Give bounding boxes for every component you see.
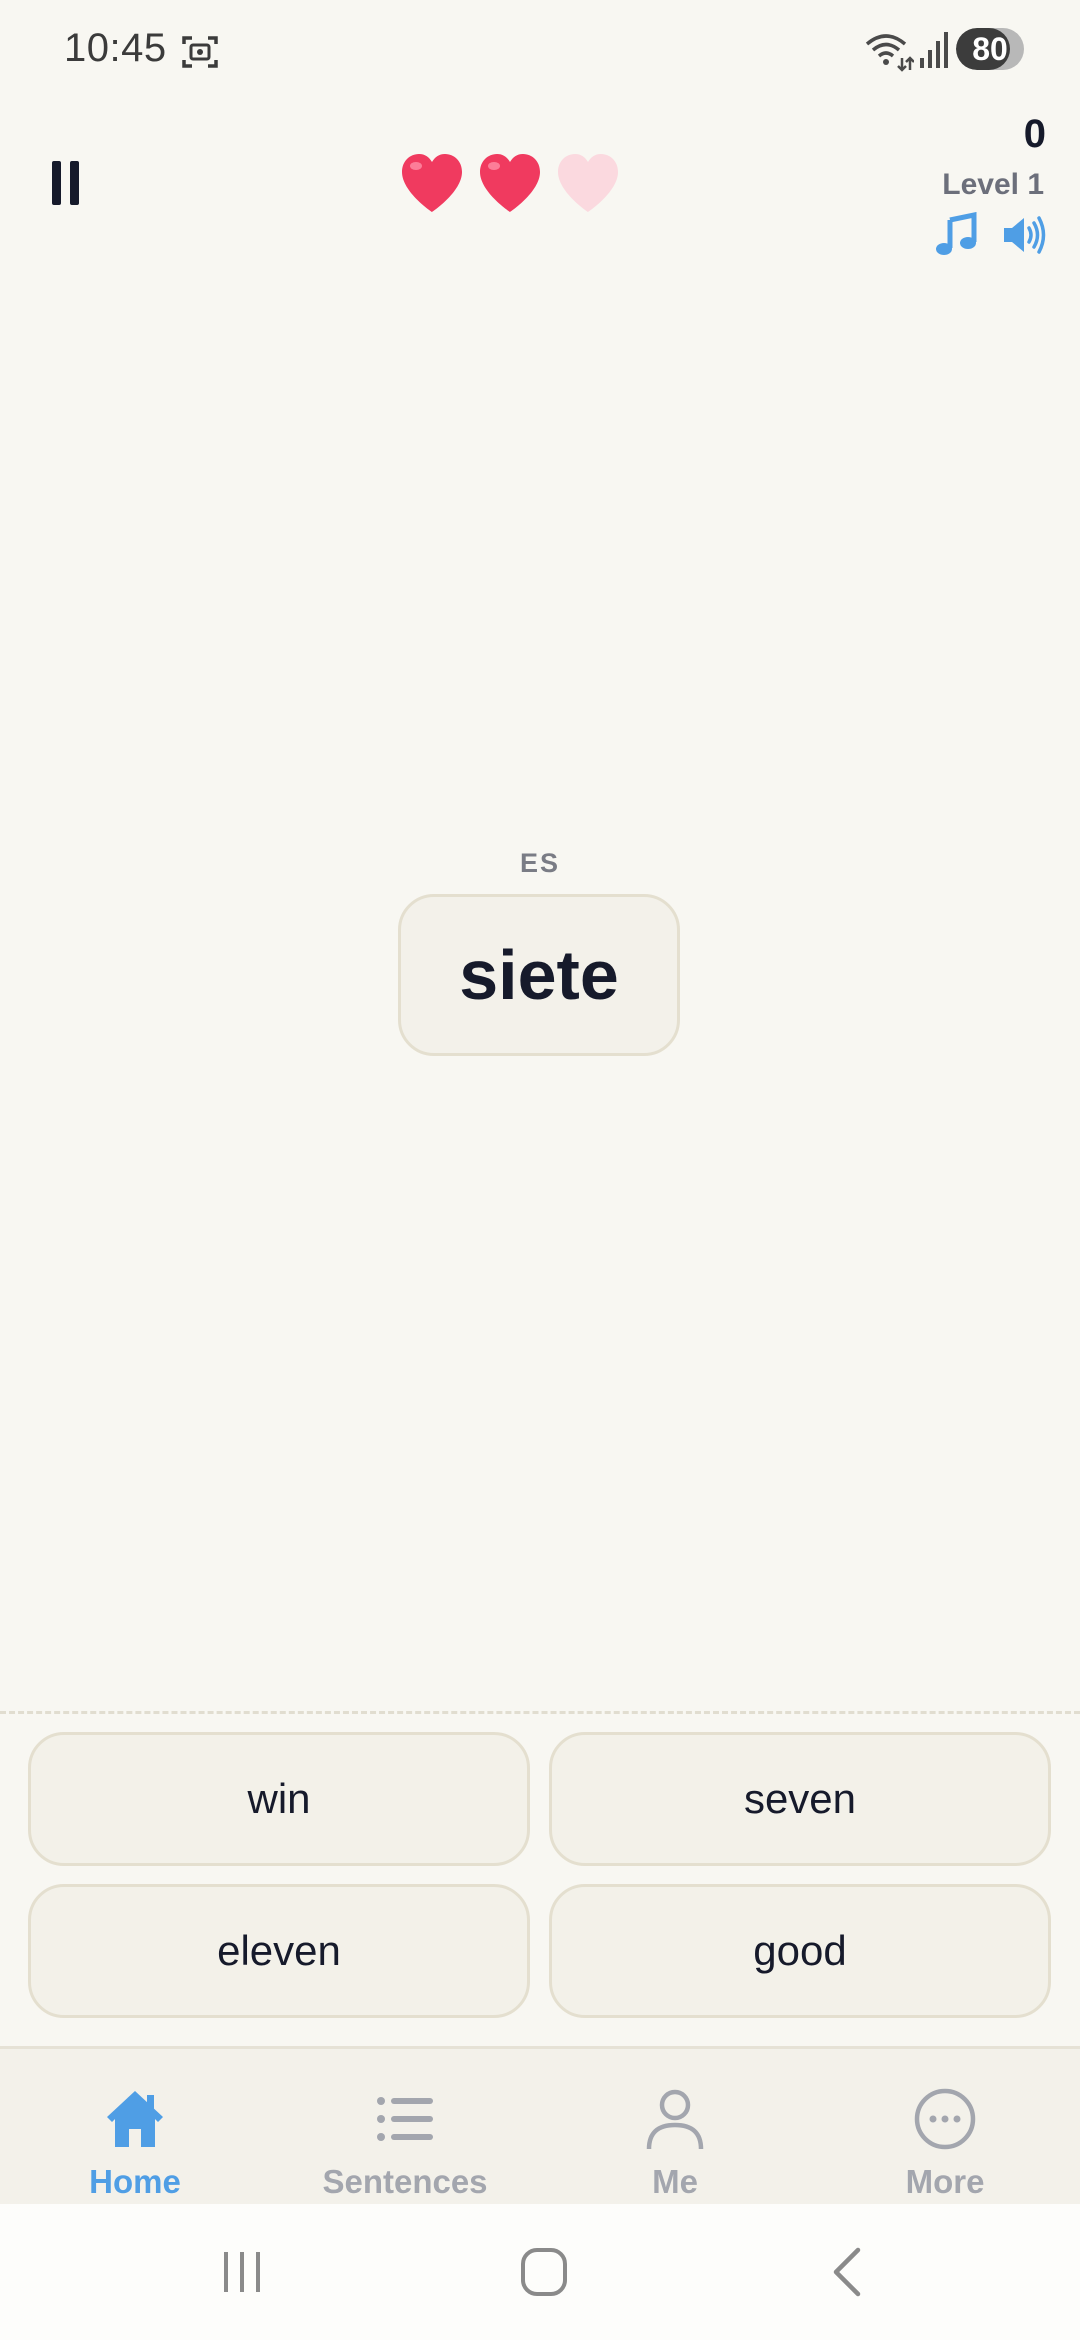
list-icon <box>377 2097 433 2141</box>
nav-label-home: Home <box>89 2163 181 2200</box>
back-icon[interactable] <box>818 2244 878 2300</box>
answer-option-win[interactable]: win <box>28 1732 530 1866</box>
answer-option-seven[interactable]: seven <box>549 1732 1051 1866</box>
speaker-icon[interactable] <box>1002 214 1048 256</box>
level-label: Level 1 <box>942 168 1044 201</box>
home-icon <box>107 2091 163 2147</box>
lives-indicator <box>398 150 638 222</box>
nav-item-sentences[interactable]: Sentences <box>270 2049 540 2207</box>
score: 0 <box>1023 112 1046 156</box>
nav-label-me: Me <box>652 2163 698 2200</box>
prompt-word: siete <box>459 936 619 1014</box>
word-card: siete <box>398 894 680 1056</box>
signal-icon <box>920 32 948 68</box>
status-time: 10:45 <box>64 26 167 70</box>
nav-label-sentences: Sentences <box>322 2163 488 2200</box>
more-icon <box>914 2088 976 2150</box>
nav-item-me[interactable]: Me <box>540 2049 810 2207</box>
status-bar: 10:45 80 <box>0 0 1080 100</box>
bottom-nav: Home Sentences Me More <box>0 2046 1080 2204</box>
system-home-icon[interactable] <box>514 2244 574 2300</box>
divider <box>0 1711 1080 1714</box>
heart-full-icon <box>402 154 462 212</box>
answer-option-eleven[interactable]: eleven <box>28 1884 530 2018</box>
person-icon <box>646 2089 704 2150</box>
recents-icon[interactable] <box>212 2244 272 2300</box>
wifi-icon <box>865 34 914 72</box>
source-language-label: ES <box>519 848 561 878</box>
pause-button[interactable] <box>40 150 90 216</box>
music-note-icon[interactable] <box>934 212 980 258</box>
nav-label-more: More <box>905 2163 985 2200</box>
answer-option-good[interactable]: good <box>549 1884 1051 2018</box>
battery-icon: 80 <box>956 28 1024 70</box>
screenshot-icon <box>182 36 218 68</box>
heart-full-icon <box>480 154 540 212</box>
pause-icon <box>69 161 79 205</box>
nav-item-home[interactable]: Home <box>0 2049 270 2207</box>
battery-level: 80 <box>972 30 1008 67</box>
nav-item-more[interactable]: More <box>810 2049 1080 2207</box>
heart-empty-icon <box>558 154 618 212</box>
pause-icon <box>51 161 61 205</box>
system-nav-bar <box>0 2204 1080 2340</box>
